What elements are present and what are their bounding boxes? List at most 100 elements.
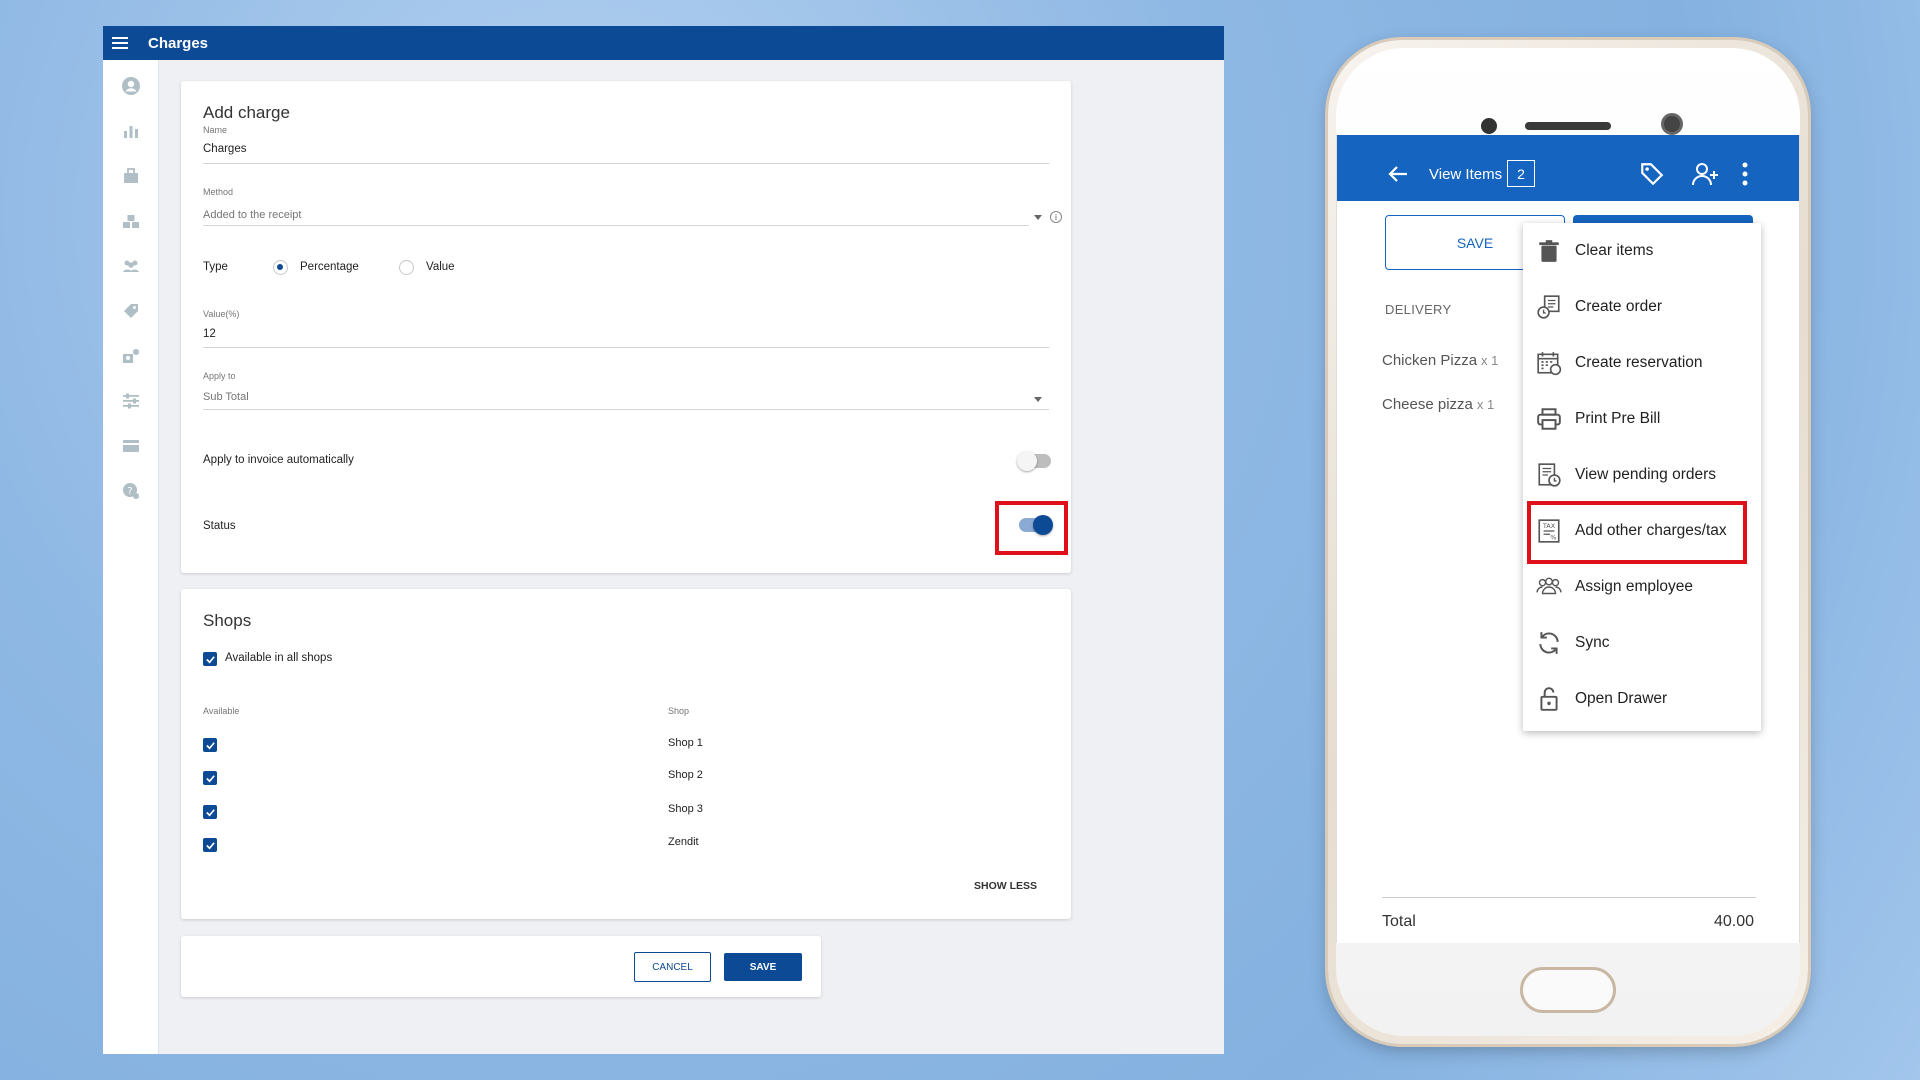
auto-apply-label: Apply to invoice automatically: [203, 454, 354, 466]
apply-to-dropdown-icon[interactable]: [1034, 397, 1042, 402]
menu-item-create-reservation[interactable]: Create reservation: [1523, 335, 1761, 391]
menu-item-label: Sync: [1575, 634, 1610, 651]
help-icon[interactable]: ?: [115, 475, 147, 507]
pending-orders-icon: [1535, 461, 1563, 489]
shop-name: Shop 2: [668, 769, 703, 781]
sync-icon: [1535, 629, 1563, 657]
menu-item-label: Create reservation: [1575, 354, 1703, 371]
status-highlight-box: [995, 501, 1068, 555]
billing-icon[interactable]: [115, 430, 147, 462]
menu-item-label: View pending orders: [1575, 466, 1717, 483]
printer-icon: [1535, 405, 1563, 433]
reports-icon[interactable]: [115, 115, 147, 147]
method-select[interactable]: Added to the receipt: [203, 209, 301, 221]
items-icon[interactable]: [115, 160, 147, 192]
menu-item-assign-employee[interactable]: Assign employee: [1523, 559, 1761, 615]
order-item-qty: x 1: [1481, 353, 1499, 368]
apply-to-select[interactable]: Sub Total: [203, 391, 249, 403]
calendar-icon: [1535, 349, 1563, 377]
add-customer-icon[interactable]: [1691, 161, 1721, 187]
app-bar: View Items 2: [1337, 135, 1799, 201]
apply-to-underline: [203, 409, 1049, 410]
menu-item-label: Create order: [1575, 298, 1663, 315]
type-percentage-radio[interactable]: [273, 260, 288, 275]
all-shops-checkbox[interactable]: [203, 652, 217, 666]
menu-item-label: Clear items: [1575, 242, 1654, 259]
order-item[interactable]: Cheese pizza x 1: [1382, 396, 1494, 413]
shop-available-checkbox[interactable]: [203, 838, 217, 852]
method-dropdown-icon[interactable]: [1034, 215, 1042, 220]
status-label: Status: [203, 520, 236, 532]
menu-item-sync[interactable]: Sync: [1523, 615, 1761, 671]
menu-item-label: Open Drawer: [1575, 690, 1668, 707]
menu-item-label: Print Pre Bill: [1575, 410, 1661, 427]
menu-item-clear-items[interactable]: Clear items: [1523, 223, 1761, 279]
sidebar: ?: [103, 60, 159, 1054]
shops-card: Shops Available in all shops Available S…: [181, 589, 1071, 919]
name-field[interactable]: Charges: [203, 143, 246, 155]
menu-item-create-order[interactable]: Create order: [1523, 279, 1761, 335]
top-app-bar: Charges: [103, 26, 1224, 60]
auto-apply-toggle[interactable]: [1017, 451, 1051, 471]
save-button[interactable]: SAVE: [724, 953, 802, 981]
menu-highlight-box: [1527, 501, 1747, 564]
apply-to-label: Apply to: [203, 371, 236, 381]
shop-available-checkbox[interactable]: [203, 771, 217, 785]
trash-icon: [1535, 237, 1563, 265]
menu-icon[interactable]: [103, 26, 137, 60]
name-label: Name: [203, 125, 228, 135]
type-value-label: Value: [426, 261, 455, 273]
front-sensor: [1481, 118, 1497, 134]
discounts-icon[interactable]: [115, 295, 147, 327]
account-icon[interactable]: [115, 70, 147, 102]
shop-name: Shop 3: [668, 803, 703, 815]
tag-icon[interactable]: [1639, 161, 1665, 187]
cancel-button[interactable]: CANCEL: [634, 952, 711, 982]
order-item-name: Chicken Pizza: [1382, 352, 1478, 369]
type-percentage-label: Percentage: [300, 261, 359, 273]
settings-icon[interactable]: [115, 385, 147, 417]
earpiece: [1525, 122, 1611, 130]
shop-available-checkbox[interactable]: [203, 805, 217, 819]
web-admin-window: Charges ? Add charge Name Charges Method…: [103, 26, 1224, 1054]
order-item-qty: x 1: [1476, 397, 1495, 412]
shop-name: Shop 1: [668, 737, 703, 749]
type-value-radio[interactable]: [399, 260, 414, 275]
method-underline: [203, 225, 1029, 226]
form-actions-card: CANCEL SAVE: [181, 936, 821, 997]
more-vert-icon[interactable]: [1741, 161, 1749, 187]
order-item-name: Cheese pizza: [1382, 396, 1473, 413]
page-title: Charges: [148, 34, 209, 52]
menu-item-label: Assign employee: [1575, 578, 1694, 595]
shops-heading: Shops: [203, 611, 252, 630]
total-label: Total: [1382, 913, 1416, 930]
value-underline: [203, 347, 1049, 348]
create-order-icon: [1535, 293, 1563, 321]
total-value: 40.00: [1713, 913, 1754, 930]
employees-icon[interactable]: [115, 250, 147, 282]
shop-available-checkbox[interactable]: [203, 738, 217, 752]
item-count-badge: 2: [1507, 160, 1535, 187]
front-camera: [1661, 113, 1683, 135]
inventory-icon[interactable]: [115, 205, 147, 237]
info-icon[interactable]: i: [1050, 211, 1062, 223]
menu-item-view-pending-orders[interactable]: View pending orders: [1523, 447, 1761, 503]
employees-icon: [1535, 573, 1563, 601]
col-available-header: Available: [203, 706, 240, 716]
type-label: Type: [203, 261, 228, 273]
unlock-icon: [1535, 685, 1563, 713]
name-underline: [203, 163, 1049, 164]
overflow-menu: Clear items Create order Create reservat…: [1523, 223, 1761, 731]
menu-item-print-pre-bill[interactable]: Print Pre Bill: [1523, 391, 1761, 447]
order-item[interactable]: Chicken Pizza x 1: [1382, 352, 1498, 369]
menu-item-open-drawer[interactable]: Open Drawer: [1523, 671, 1761, 727]
home-button[interactable]: [1520, 967, 1616, 1013]
back-arrow-icon[interactable]: [1387, 165, 1409, 183]
value-field[interactable]: 12: [203, 328, 216, 340]
status-bar: [1337, 135, 1799, 143]
customers-icon[interactable]: [115, 340, 147, 372]
svg-text:?: ?: [127, 486, 132, 497]
method-label: Method: [203, 187, 234, 197]
order-type-label: DELIVERY: [1385, 302, 1452, 317]
show-less-button[interactable]: SHOW LESS: [974, 880, 1037, 892]
